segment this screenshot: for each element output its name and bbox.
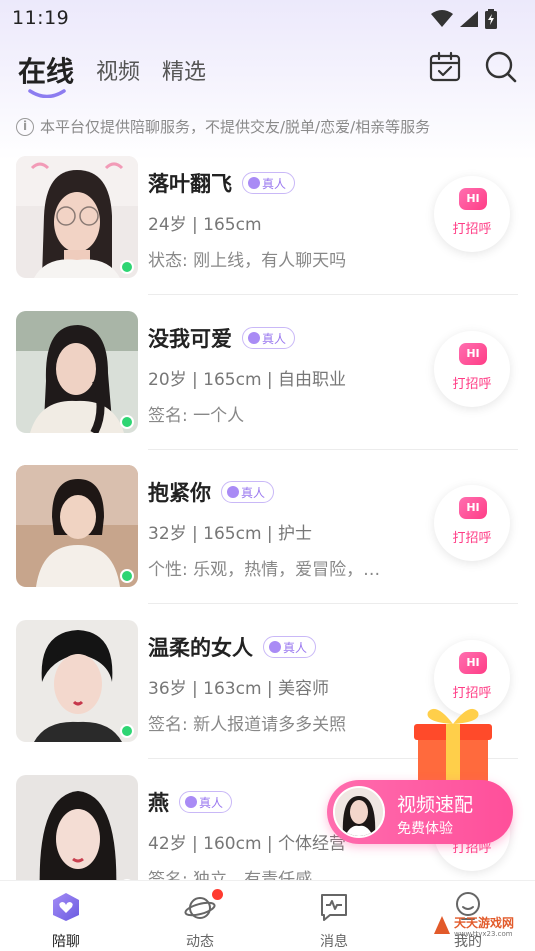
nav-label: 消息 <box>320 934 348 950</box>
avatar[interactable] <box>16 620 138 742</box>
verified-label: 真人 <box>283 640 308 655</box>
greet-button[interactable]: HI 打招呼 <box>434 331 510 407</box>
greet-button[interactable]: HI 打招呼 <box>434 485 510 561</box>
user-name: 抱紧你 <box>148 481 211 505</box>
divider <box>148 449 518 450</box>
nav-label: 陪聊 <box>52 934 80 950</box>
user-info: 24岁 | 165cm <box>148 215 262 235</box>
online-indicator <box>120 260 134 274</box>
video-match-button[interactable]: 视频速配 免费体验 <box>327 780 513 844</box>
verified-label: 真人 <box>241 485 266 500</box>
status-icons <box>431 9 497 29</box>
nav-item-feed[interactable]: 动态 <box>160 889 240 950</box>
list-item[interactable]: 没我可爱 真人 20岁 | 165cm | 自由职业 签名: 一个人 HI 打招… <box>0 305 535 455</box>
battery-icon <box>485 9 497 29</box>
notification-dot <box>212 889 223 900</box>
verified-icon <box>248 332 260 344</box>
verified-badge: 真人 <box>242 327 296 349</box>
verified-badge: 真人 <box>221 481 275 503</box>
message-icon <box>321 894 347 921</box>
gift-box-icon[interactable] <box>408 700 498 786</box>
hi-icon: HI <box>459 652 487 674</box>
header: 在线 视频 精选 <box>0 48 535 100</box>
watermark-text: 天天游戏网 <box>454 916 515 930</box>
tab-video[interactable]: 视频 <box>96 54 140 86</box>
calendar-check-icon[interactable] <box>428 50 462 84</box>
verified-icon <box>248 177 260 189</box>
video-match-title: 视频速配 <box>397 794 474 816</box>
heart-chat-icon <box>53 893 79 921</box>
divider <box>148 603 518 604</box>
tab-active-indicator <box>28 89 66 98</box>
wifi-icon <box>431 10 453 27</box>
greet-label: 打招呼 <box>452 377 492 392</box>
avatar[interactable] <box>16 465 138 587</box>
nav-item-chat[interactable]: 陪聊 <box>26 889 106 950</box>
watermark-url: www.ttyx23.com <box>454 930 513 938</box>
video-match-subtitle: 免费体验 <box>397 821 453 837</box>
greet-label: 打招呼 <box>452 531 492 546</box>
list-item[interactable]: 落叶翻飞 真人 24岁 | 165cm 状态: 刚上线，有人聊天吗 HI 打招呼 <box>0 150 535 300</box>
verified-label: 真人 <box>262 331 287 346</box>
nav-item-messages[interactable]: 消息 <box>294 889 374 950</box>
user-status: 签名: 新人报道请多多关照 <box>148 715 347 735</box>
hi-icon: HI <box>459 188 487 210</box>
verified-badge: 真人 <box>179 791 233 813</box>
nav-label: 动态 <box>186 934 214 950</box>
user-info: 32岁 | 165cm | 护士 <box>148 524 313 544</box>
watermark: 天天游戏网 www.ttyx23.com <box>432 910 532 946</box>
user-status: 个性: 乐观，热情，爱冒险，… <box>148 560 381 580</box>
tab-online[interactable]: 在线 <box>18 50 74 90</box>
status-bar: 11:19 <box>0 0 535 38</box>
greet-label: 打招呼 <box>452 686 492 701</box>
signal-icon <box>460 11 478 27</box>
user-info: 36岁 | 163cm | 美容师 <box>148 679 330 699</box>
online-indicator <box>120 569 134 583</box>
verified-icon <box>227 486 239 498</box>
hi-icon: HI <box>459 497 487 519</box>
user-name: 没我可爱 <box>148 327 232 351</box>
list-item[interactable]: 抱紧你 真人 32岁 | 165cm | 护士 个性: 乐观，热情，爱冒险，… … <box>0 459 535 609</box>
user-info: 20岁 | 165cm | 自由职业 <box>148 370 347 390</box>
video-match-avatar <box>333 786 385 838</box>
verified-icon <box>185 796 197 808</box>
avatar[interactable] <box>16 775 138 897</box>
user-info: 42岁 | 160cm | 个体经营 <box>148 834 347 854</box>
disclaimer-notice: i 本平台仅提供陪聊服务，不提供交友/脱单/恋爱/相亲等服务 <box>16 116 430 137</box>
greet-label: 打招呼 <box>452 222 492 237</box>
watermark-logo-icon <box>434 916 450 934</box>
verified-label: 真人 <box>262 176 287 191</box>
user-name: 温柔的女人 <box>148 636 253 660</box>
user-status: 签名: 一个人 <box>148 406 245 426</box>
info-icon: i <box>16 117 34 136</box>
disclaimer-text: 本平台仅提供陪聊服务，不提供交友/脱单/恋爱/相亲等服务 <box>40 118 431 136</box>
status-time: 11:19 <box>12 7 70 29</box>
avatar[interactable] <box>16 311 138 433</box>
online-indicator <box>120 724 134 738</box>
verified-icon <box>269 641 281 653</box>
user-name: 落叶翻飞 <box>148 172 232 196</box>
user-status: 状态: 刚上线，有人聊天吗 <box>148 251 347 271</box>
user-name: 燕 <box>148 791 169 815</box>
avatar[interactable] <box>16 156 138 278</box>
verified-label: 真人 <box>199 795 224 810</box>
online-indicator <box>120 415 134 429</box>
hi-icon: HI <box>459 343 487 365</box>
divider <box>148 294 518 295</box>
search-icon[interactable] <box>484 50 518 84</box>
verified-badge: 真人 <box>263 636 317 658</box>
verified-badge: 真人 <box>242 172 296 194</box>
tab-featured[interactable]: 精选 <box>162 54 206 86</box>
greet-button[interactable]: HI 打招呼 <box>434 176 510 252</box>
